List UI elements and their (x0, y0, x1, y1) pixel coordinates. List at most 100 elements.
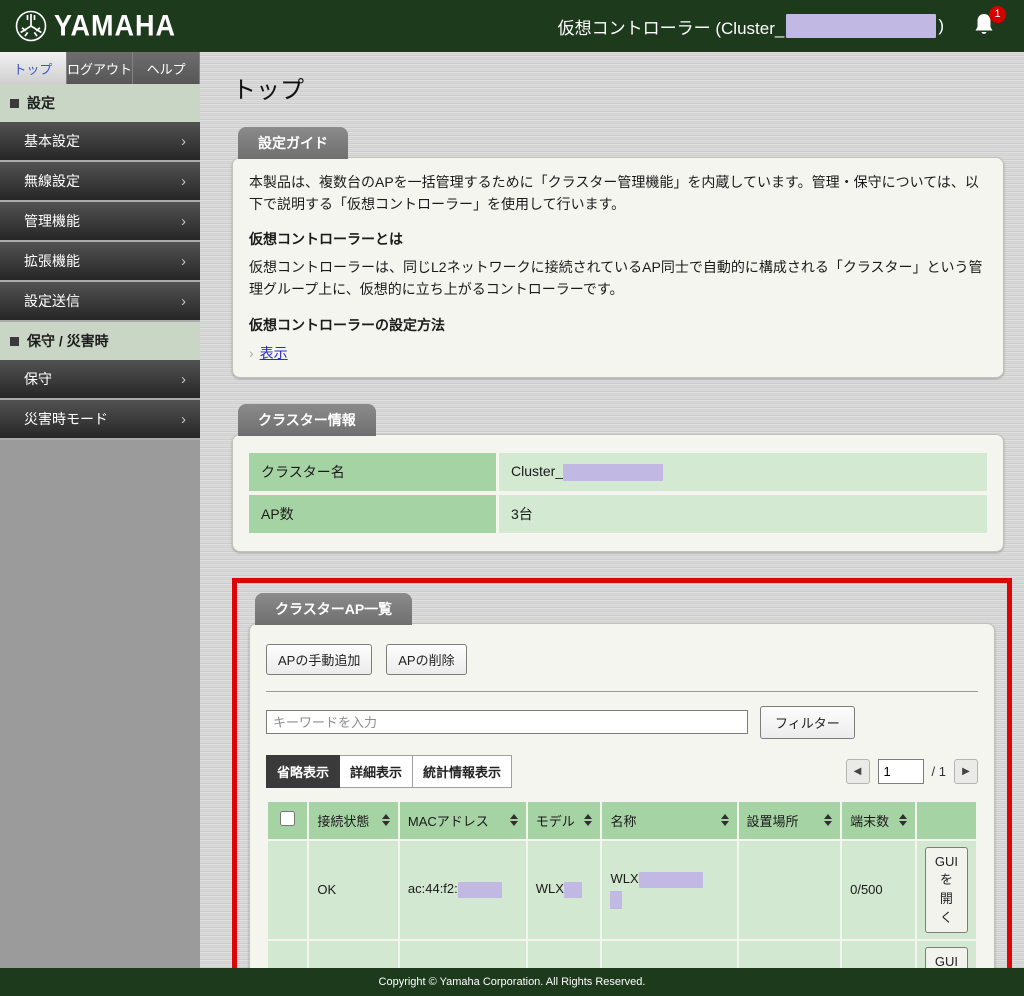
ap-model: WLX (528, 841, 601, 939)
sidebar-item-management[interactable]: 管理機能 › (0, 202, 200, 242)
sidebar-tab-logout[interactable]: ログアウト (67, 52, 134, 84)
cluster-name-text: Cluster_ (511, 463, 563, 479)
chevron-right-icon: › (181, 213, 186, 230)
col-location-label: 設置場所 (747, 814, 799, 829)
show-link[interactable]: 表示 (260, 343, 288, 363)
col-status: 接続状態 (309, 802, 398, 839)
ap-devices: 0/100 (842, 941, 915, 968)
divider (266, 691, 978, 692)
app-header: YAMAHA 仮想コントローラー (Cluster_ ) 1 (0, 0, 1024, 52)
cluster-info-table: クラスター名 Cluster_ AP数 3台 (249, 449, 987, 537)
guide-heading-1: 仮想コントローラーとは (249, 229, 987, 249)
chevron-right-icon: › (181, 293, 186, 310)
notification-bell[interactable]: 1 (972, 12, 996, 41)
yamaha-tuning-fork-icon (14, 9, 48, 43)
setup-guide-tab: 設定ガイド (238, 127, 348, 159)
sidebar-tab-top-label: トップ (13, 59, 52, 78)
col-devices-label: 端末数 (850, 814, 889, 829)
cluster-info-module: クラスター情報 クラスター名 Cluster_ AP数 3台 (232, 404, 1004, 552)
sort-icon[interactable] (824, 814, 832, 826)
sidebar-tab-logout-label: ログアウト (67, 59, 132, 78)
sort-icon[interactable] (899, 814, 907, 826)
pagination: ◀ / 1 ▶ (846, 759, 978, 784)
sidebar-item-basic-settings[interactable]: 基本設定› (0, 122, 200, 162)
guide-paragraph-2: 仮想コントローラーは、同じL2ネットワークに接続されているAP同士で自動的に構成… (249, 257, 987, 300)
cluster-info-box: クラスター名 Cluster_ AP数 3台 (232, 434, 1004, 552)
select-all-checkbox[interactable] (280, 811, 295, 826)
ap-mac: ac:44:f2: (400, 941, 526, 968)
cluster-ap-list-module: クラスターAP一覧 APの手動追加 APの削除 フィルター 省略表示 (249, 593, 995, 968)
square-bullet-icon (10, 99, 19, 108)
sidebar-item-label: 管理機能 (24, 211, 80, 231)
open-gui-button[interactable]: GUIを開く (925, 847, 968, 933)
ap-mac: ac:44:f2: (400, 841, 526, 939)
add-ap-button[interactable]: APの手動追加 (266, 644, 372, 675)
cluster-name-redaction (786, 14, 936, 38)
cluster-ap-list-tab: クラスターAP一覧 (255, 593, 412, 625)
chevron-right-icon: › (181, 173, 186, 190)
filter-button[interactable]: フィルター (760, 706, 855, 739)
view-tab-summary[interactable]: 省略表示 (266, 755, 340, 788)
ap-table: 接続状態 MACアドレス モデル 名称 設置場所 端末数 OK (266, 800, 978, 968)
open-gui-button[interactable]: GUIを開く (925, 947, 968, 968)
sort-icon[interactable] (721, 814, 729, 826)
ap-table-header-row: 接続状態 MACアドレス モデル 名称 設置場所 端末数 (268, 802, 976, 839)
sidebar-item-label: 保守 (24, 369, 52, 389)
sidebar-tab-top[interactable]: トップ (0, 52, 67, 84)
sidebar-section-maintenance: 保守 / 災害時 (0, 322, 200, 360)
chevron-right-icon: › (249, 345, 254, 361)
controller-title: 仮想コントローラー (Cluster_ ) (558, 14, 944, 39)
chevron-right-icon: › (181, 411, 186, 428)
col-mac-label: MACアドレス (408, 814, 489, 829)
sort-icon[interactable] (382, 814, 390, 826)
col-model-label: モデル (536, 814, 575, 829)
col-location: 設置場所 (739, 802, 841, 839)
controller-title-text: 仮想コントローラー (Cluster_ (558, 14, 785, 39)
ap-location (739, 941, 841, 968)
sidebar-item-wireless-settings[interactable]: 無線設定› (0, 162, 200, 202)
col-devices: 端末数 (842, 802, 915, 839)
chevron-right-icon: › (181, 133, 186, 150)
sidebar-item-send-config[interactable]: 設定送信› (0, 282, 200, 322)
col-status-label: 接続状態 (317, 814, 369, 829)
col-action (917, 802, 976, 839)
cluster-name-redaction (563, 464, 663, 481)
guide-heading-2: 仮想コントローラーの設定方法 (249, 315, 987, 335)
sidebar-section-settings: 設定 (0, 84, 200, 122)
guide-paragraph-1: 本製品は、複数台のAPを一括管理するために「クラスター管理機能」を内蔵しています… (249, 172, 987, 215)
ap-location (739, 841, 841, 939)
ap-mac-text: ac:44:f2: (408, 881, 458, 896)
controller-title-suffix: ) (938, 16, 944, 36)
cluster-ap-list-box: APの手動追加 APの削除 フィルター 省略表示 詳細表示 統計情報表示 (249, 623, 995, 968)
sidebar-filler (0, 440, 200, 968)
page-number-input[interactable] (878, 759, 924, 784)
cluster-info-tab: クラスター情報 (238, 404, 376, 436)
sidebar-tab-help[interactable]: ヘルプ (133, 52, 200, 84)
sidebar-item-maintenance[interactable]: 保守› (0, 360, 200, 400)
brand-name: YAMAHA (54, 9, 176, 42)
delete-ap-button[interactable]: APの削除 (386, 644, 466, 675)
ap-row-1: OK ac:44:f2: WLX WLX 0/500 GUIを開く (268, 841, 976, 939)
sidebar-tabs: トップ ログアウト ヘルプ (0, 52, 200, 84)
chevron-right-icon: › (181, 253, 186, 270)
name-redaction (610, 891, 622, 909)
view-tab-statistics[interactable]: 統計情報表示 (413, 755, 512, 788)
cluster-name-label: クラスター名 (249, 453, 499, 491)
table-row: AP数 3台 (249, 495, 987, 533)
ap-status: OK (309, 841, 398, 939)
prev-page-button[interactable]: ◀ (846, 759, 870, 784)
sidebar-section-maintenance-label: 保守 / 災害時 (27, 331, 109, 351)
main-content: トップ 設定ガイド 本製品は、複数台のAPを一括管理するために「クラスター管理機… (200, 52, 1024, 968)
sidebar-section-settings-label: 設定 (27, 93, 55, 113)
next-page-button[interactable]: ▶ (954, 759, 978, 784)
view-tab-detail[interactable]: 詳細表示 (340, 755, 413, 788)
sidebar-item-extended[interactable]: 拡張機能› (0, 242, 200, 282)
sort-icon[interactable] (510, 814, 518, 826)
setup-guide-box: 本製品は、複数台のAPを一括管理するために「クラスター管理機能」を内蔵しています… (232, 157, 1004, 378)
ap-name: WLX (602, 941, 736, 968)
keyword-filter-input[interactable] (266, 710, 748, 734)
model-redaction (564, 882, 582, 898)
sort-icon[interactable] (584, 814, 592, 826)
sidebar-item-disaster-mode[interactable]: 災害時モード› (0, 400, 200, 440)
mac-redaction (458, 882, 502, 898)
